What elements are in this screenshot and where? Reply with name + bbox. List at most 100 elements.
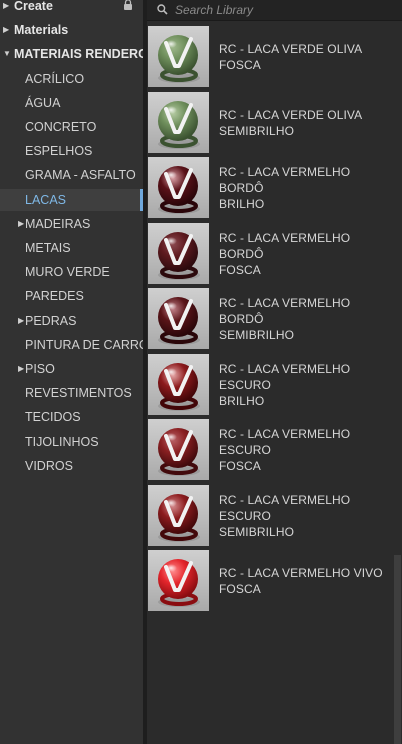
material-preview-thumbnail	[148, 353, 209, 415]
tree-item-label: CONCRETO	[25, 120, 97, 134]
material-name-line1: RC - LACA VERMELHO ESCURO	[219, 427, 351, 457]
material-name: RC - LACA VERMELHO BORDÔ BRILHO	[219, 156, 391, 220]
material-sphere-icon	[158, 166, 200, 214]
material-item[interactable]: RC - LACA VERMELHO ESCURO BRILHO	[147, 353, 393, 417]
tree-item-pedras[interactable]: ▶ PEDRAS	[0, 310, 143, 332]
material-sphere-icon	[158, 100, 200, 149]
tree-item-label: MADEIRAS	[25, 217, 91, 231]
scrollbar-thumb[interactable]	[394, 555, 401, 744]
tree-item-acrilico[interactable]: ACRÍLICO	[0, 68, 143, 90]
material-name-line1: RC - LACA VERMELHO ESCURO	[219, 361, 351, 392]
material-item[interactable]: RC - LACA VERMELHO BORDÔ BRILHO	[147, 156, 393, 220]
tree-item-paredes[interactable]: PAREDES	[0, 285, 143, 307]
tree-item-madeiras[interactable]: ▶ MADEIRAS	[0, 213, 143, 235]
material-name-line2: FOSCA	[219, 262, 261, 277]
material-name: RC - LACA VERDE OLIVA FOSCA	[219, 25, 391, 89]
tree-item-materials[interactable]: ▶ Materials	[0, 19, 143, 41]
material-name: RC - LACA VERMELHO VIVO FOSCA	[219, 549, 391, 613]
tree-item-lacas[interactable]: LACAS	[0, 189, 143, 211]
material-item[interactable]: RC - LACA VERDE OLIVA SEMIBRILHO	[147, 91, 393, 155]
material-name-line2: SEMIBRILHO	[219, 123, 295, 138]
search-input[interactable]	[173, 1, 397, 19]
material-name: RC - LACA VERMELHO BORDÔ FOSCA	[219, 222, 391, 286]
tree-item-label: PAREDES	[25, 289, 84, 303]
tree-item-espelhos[interactable]: ESPELHOS	[0, 140, 143, 162]
caret-right-icon[interactable]: ▶	[18, 213, 24, 235]
tree-item-agua[interactable]: ÁGUA	[0, 92, 143, 114]
tree-item-label: Materials	[14, 23, 69, 37]
tree-item-revestimentos[interactable]: REVESTIMENTOS	[0, 382, 143, 404]
tree-item-label: ÁGUA	[25, 96, 61, 110]
tree-item-label: METAIS	[25, 241, 71, 255]
material-name-line1: RC - LACA VERMELHO BORDÔ	[219, 230, 351, 261]
material-name-line1: RC - LACA VERMELHO ESCURO	[219, 492, 351, 523]
material-name-line2: FOSCA	[219, 582, 261, 596]
tree-item-materiais-renderc[interactable]: ▼MATERIAIS RENDERC...	[0, 43, 143, 65]
material-preview-thumbnail	[148, 222, 209, 284]
material-name: RC - LACA VERMELHO BORDÔ SEMIBRILHO	[219, 287, 391, 351]
material-sphere-icon	[158, 297, 200, 345]
tree-item-label: MURO VERDE	[25, 265, 110, 279]
material-item[interactable]: RC - LACA VERMELHO BORDÔ SEMIBRILHO	[147, 287, 393, 351]
material-name-line1: RC - LACA VERDE OLIVA FOSCA	[219, 42, 362, 72]
caret-right-icon[interactable]: ▶	[3, 0, 9, 17]
material-preview-thumbnail	[148, 288, 209, 349]
material-name-line2: BRILHO	[219, 197, 265, 211]
material-sphere-icon	[158, 559, 200, 607]
tree-item-pintura-de-carro[interactable]: PINTURA DE CARRO	[0, 334, 143, 356]
tree-item-label: TIJOLINHOS	[25, 435, 99, 449]
tree-item-concreto[interactable]: CONCRETO	[0, 116, 143, 138]
tree-item-label: GRAMA - ASFALTO	[25, 168, 136, 182]
tree-item-tijolinhos[interactable]: TIJOLINHOS	[0, 431, 143, 453]
tree-item-create[interactable]: ▶ Create	[0, 0, 143, 17]
material-item[interactable]: RC - LACA VERMELHO ESCURO FOSCA	[147, 418, 393, 482]
scrollbar[interactable]	[393, 22, 402, 744]
caret-right-icon[interactable]: ▶	[3, 19, 9, 41]
material-preview-thumbnail	[148, 91, 209, 153]
material-name: RC - LACA VERMELHO ESCURO BRILHO	[219, 353, 391, 417]
tree-item-label: ESPELHOS	[25, 144, 93, 158]
material-name-line2: SEMIBRILHO	[219, 328, 295, 342]
tree-item-label: PISO	[25, 362, 55, 376]
tree-item-tecidos[interactable]: TECIDOS	[0, 406, 143, 428]
tree-item-label: REVESTIMENTOS	[25, 386, 132, 400]
caret-right-icon[interactable]: ▶	[18, 358, 24, 380]
library-tree: ▶Create▶Materials▼MATERIAIS RENDERC...AC…	[0, 0, 143, 744]
material-name: RC - LACA VERDE OLIVA SEMIBRILHO	[219, 91, 391, 155]
material-name: RC - LACA VERMELHO ESCURO SEMIBRILHO	[219, 484, 391, 548]
tree-item-muro-verde[interactable]: MURO VERDE	[0, 261, 143, 283]
material-name: RC - LACA VERMELHO ESCURO FOSCA	[219, 418, 391, 482]
material-preview-thumbnail	[148, 157, 209, 218]
material-sphere-icon	[158, 493, 200, 542]
tree-item-vidros[interactable]: VIDROS	[0, 455, 143, 477]
material-item[interactable]: RC - LACA VERMELHO ESCURO SEMIBRILHO	[147, 484, 393, 548]
tree-item-label: PEDRAS	[25, 314, 77, 328]
material-preview-thumbnail	[148, 550, 209, 611]
material-name-line2: BRILHO	[219, 393, 265, 408]
tree-item-label: Create	[14, 0, 53, 13]
caret-down-icon[interactable]: ▼	[3, 43, 11, 65]
material-name-line1: RC - LACA VERMELHO BORDÔ	[219, 165, 351, 195]
material-item[interactable]: RC - LACA VERDE OLIVA FOSCA	[147, 25, 393, 89]
material-item[interactable]: RC - LACA VERMELHO BORDÔ FOSCA	[147, 222, 393, 286]
material-name-line1: RC - LACA VERMELHO VIVO	[219, 566, 383, 580]
tree-item-piso[interactable]: ▶ PISO	[0, 358, 143, 380]
tree-item-label: PINTURA DE CARRO	[25, 338, 143, 352]
material-name-line2: SEMIBRILHO	[219, 524, 295, 539]
tree-item-metais[interactable]: METAIS	[0, 237, 143, 259]
material-name-line1: RC - LACA VERDE OLIVA	[219, 107, 363, 122]
tree-item-label: VIDROS	[25, 459, 73, 473]
material-list: RC - LACA VERDE OLIVA FOSCA RC - LACA VER…	[147, 22, 393, 744]
tree-item-label: MATERIAIS RENDERC...	[14, 47, 143, 61]
tree-item-label: ACRÍLICO	[25, 72, 85, 86]
material-item[interactable]: RC - LACA VERMELHO VIVO FOSCA	[147, 549, 393, 613]
material-sphere-icon	[158, 231, 200, 280]
caret-right-icon[interactable]: ▶	[18, 310, 24, 332]
tree-item-grama-asfalto[interactable]: GRAMA - ASFALTO	[0, 164, 143, 186]
search-bar	[147, 0, 402, 21]
material-sphere-icon	[158, 428, 200, 476]
material-sphere-icon	[158, 35, 200, 83]
material-sphere-icon	[158, 362, 200, 411]
material-preview-thumbnail	[148, 419, 209, 480]
material-name-line1: RC - LACA VERMELHO BORDÔ	[219, 296, 351, 326]
